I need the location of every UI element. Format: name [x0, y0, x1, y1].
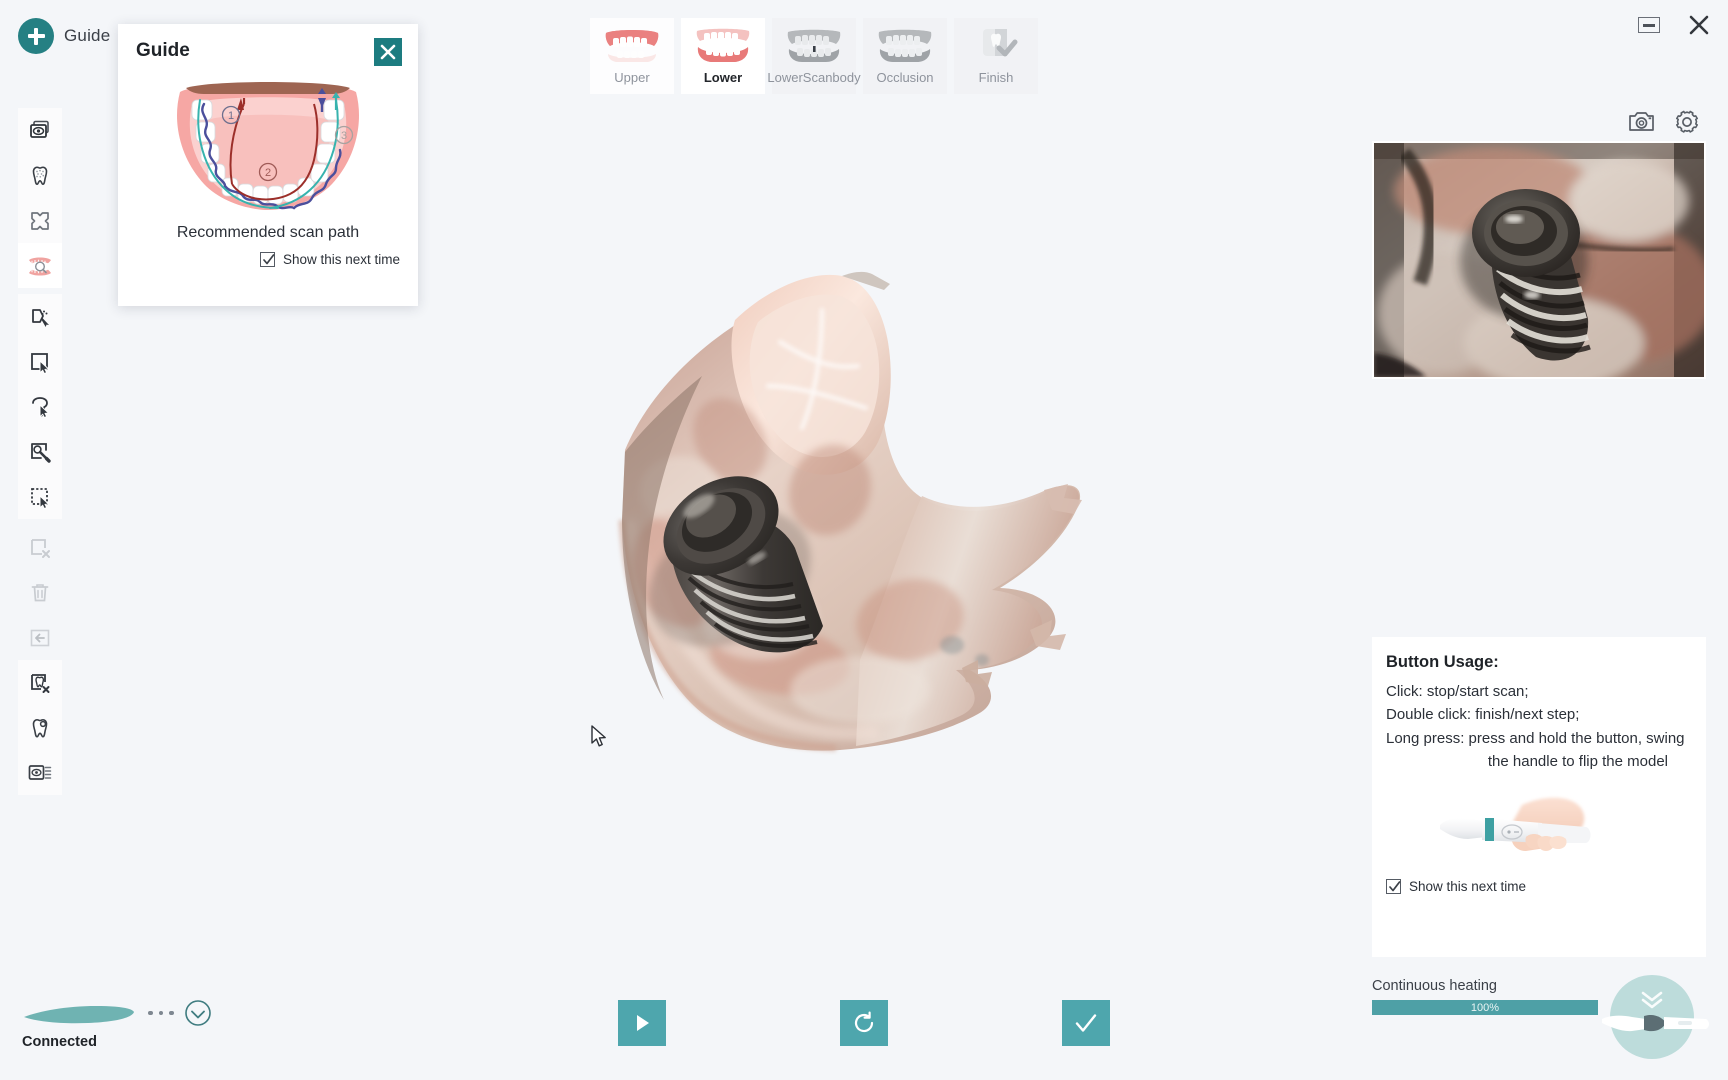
- tab-lower-label: Lower: [703, 70, 743, 85]
- expand-icon[interactable]: [18, 198, 62, 243]
- marquee-select-icon[interactable]: [18, 474, 62, 519]
- svg-text:1: 1: [228, 110, 234, 122]
- guide-dialog-title: Guide: [136, 40, 190, 61]
- close-icon: [1689, 15, 1709, 35]
- check-icon: [1389, 881, 1401, 892]
- scan-path-illustration: 1 2 3: [136, 70, 400, 220]
- guide-show-next-time-row: Show this next time: [136, 252, 400, 267]
- button-usage-title: Button Usage:: [1386, 653, 1499, 671]
- guide-launcher-label: Guide: [64, 26, 111, 45]
- close-icon: [380, 44, 396, 60]
- minimize-icon: [1638, 17, 1660, 33]
- remove-tooth-icon[interactable]: [18, 660, 62, 705]
- tab-upper[interactable]: Upper: [590, 18, 674, 94]
- gear-icon[interactable]: [1672, 108, 1702, 136]
- svg-text:3: 3: [341, 130, 347, 142]
- scanned-model-3d[interactable]: [530, 190, 1130, 830]
- rotate-ccw-icon: [854, 1011, 874, 1033]
- plus-icon: [18, 18, 54, 54]
- arch-inspect-icon[interactable]: [18, 243, 62, 288]
- button-usage-line-4: the handle to flip the model: [1487, 752, 1668, 770]
- window-controls: [1634, 10, 1714, 40]
- connection-dots: [148, 1010, 174, 1016]
- upper-arch-icon: [599, 26, 665, 64]
- scan-compare-icon[interactable]: [18, 750, 62, 795]
- guide-caption: Recommended scan path: [176, 224, 360, 241]
- handheld-scanner-illustration: [1386, 781, 1692, 873]
- tab-lower-scanbody[interactable]: LowerScanbody: [767, 18, 861, 94]
- button-usage-line-1: Click: stop/start scan;: [1386, 683, 1529, 700]
- tab-lower-scanbody-label: LowerScanbody: [767, 70, 861, 85]
- guide-show-next-time-checkbox[interactable]: [259, 252, 275, 267]
- play-icon: [637, 1015, 649, 1031]
- play-scan-button[interactable]: [618, 1000, 666, 1046]
- scanbody-arch-icon: [781, 26, 847, 64]
- guide-dialog: Guide 1 2 3 Recommended scan path Show t…: [118, 24, 418, 306]
- confirm-button[interactable]: [1062, 1000, 1110, 1046]
- button-usage-card: Button Usage: Click: stop/start scan; Do…: [1372, 637, 1706, 957]
- check-icon: [263, 254, 275, 265]
- close-button[interactable]: [1684, 10, 1714, 40]
- camera-icon[interactable]: [1626, 108, 1656, 136]
- tab-finish-label: Finish: [978, 70, 1014, 85]
- undo-icon[interactable]: [18, 615, 62, 660]
- circle-check-icon: [184, 1000, 211, 1026]
- left-toolbar: [18, 108, 62, 795]
- guide-close-button[interactable]: [374, 38, 402, 66]
- usage-show-next-time-row: Show this next time: [1386, 879, 1692, 894]
- device-status: Connected: [22, 998, 212, 1050]
- occlusion-arch-icon: [872, 26, 938, 64]
- arch-tab-bar: Upper Lower LowerScanbody Occlusion Fini…: [590, 18, 1038, 94]
- multi-view-eye-icon[interactable]: [18, 108, 62, 153]
- scanner-wand-icon: [24, 1006, 134, 1024]
- scan-controls: [0, 1000, 1728, 1046]
- tab-occlusion-label: Occlusion: [876, 70, 934, 85]
- button-usage-line-2: Double click: finish/next step;: [1386, 706, 1580, 724]
- tooth-hole-icon[interactable]: [18, 705, 62, 750]
- scanner-app-window: Guide Upper Lower LowerScanbody Occlusio…: [0, 0, 1728, 1080]
- minimize-button[interactable]: [1634, 10, 1664, 40]
- rect-select-icon[interactable]: [18, 339, 62, 384]
- device-status-label: Connected: [22, 1034, 97, 1050]
- mouse-cursor: [590, 725, 608, 754]
- finish-check-icon: [963, 26, 1029, 64]
- guide-show-next-time-label: Show this next time: [282, 252, 400, 267]
- trash-icon[interactable]: [18, 570, 62, 615]
- trim-cut-icon[interactable]: [18, 294, 62, 339]
- tab-occlusion[interactable]: Occlusion: [863, 18, 947, 94]
- device-status-row: [22, 998, 212, 1028]
- usage-show-next-time-label: Show this next time: [1409, 879, 1527, 894]
- preview-toolbar: [1626, 108, 1702, 136]
- usage-show-next-time-checkbox[interactable]: [1386, 879, 1401, 894]
- tab-finish[interactable]: Finish: [954, 18, 1038, 94]
- guide-launcher[interactable]: Guide: [18, 18, 110, 54]
- brush-select-icon[interactable]: [18, 429, 62, 474]
- button-usage-line-3: Long press: press and hold the button, s…: [1386, 729, 1685, 747]
- deselect-icon[interactable]: [18, 525, 62, 570]
- reset-view-button[interactable]: [840, 1000, 888, 1046]
- lower-arch-icon: [690, 26, 756, 64]
- svg-text:2: 2: [265, 167, 271, 179]
- check-icon: [1075, 1014, 1097, 1032]
- lasso-select-icon[interactable]: [18, 384, 62, 429]
- tab-lower[interactable]: Lower: [681, 18, 765, 94]
- tab-upper-label: Upper: [614, 70, 650, 85]
- camera-preview[interactable]: [1372, 141, 1706, 379]
- tooth-texture-icon[interactable]: [18, 153, 62, 198]
